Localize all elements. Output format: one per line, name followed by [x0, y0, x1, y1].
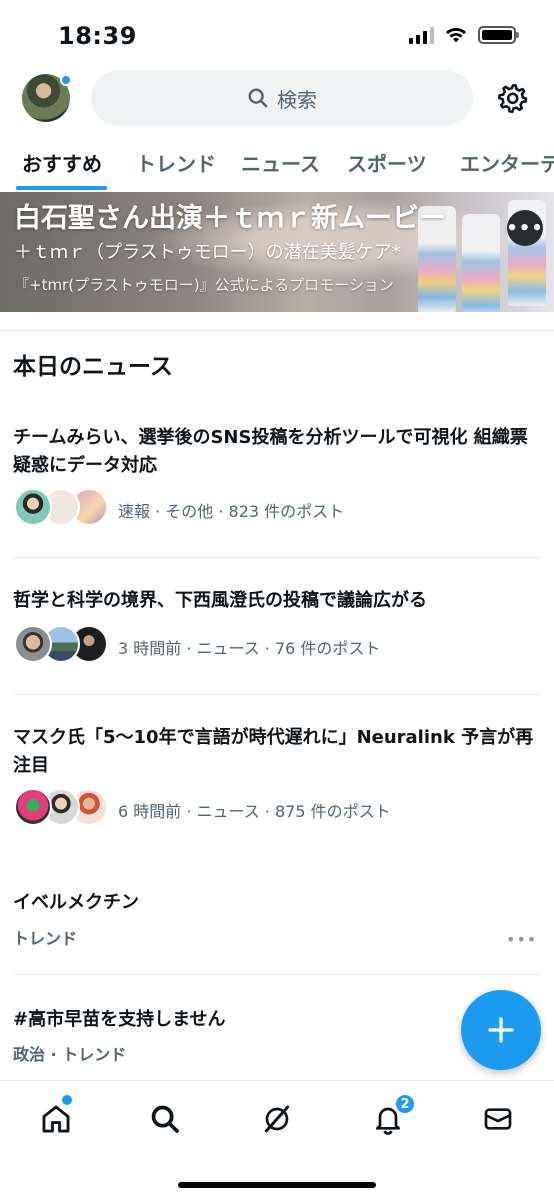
- news-avatars: [14, 788, 114, 828]
- news-avatars: [14, 625, 114, 665]
- explore-tabs: おすすめ トレンド ニュース スポーツ エンターテ: [0, 132, 554, 192]
- section-divider: [0, 330, 554, 331]
- tab-entertainment[interactable]: エンターテ: [460, 148, 554, 177]
- news-avatars: [14, 488, 114, 528]
- news-item-title[interactable]: マスク氏「5〜10年で言語が時代遅れに」Neuralink 予言が再注目: [13, 724, 538, 780]
- nav-home[interactable]: [36, 1099, 76, 1139]
- news-item-title[interactable]: 哲学と科学の境界、下西風澄氏の投稿で議論広がる: [13, 587, 538, 615]
- trend-item-name[interactable]: #高市早苗を支持しません: [13, 1005, 226, 1031]
- status-bar: 18:39: [0, 0, 554, 70]
- tab-news[interactable]: ニュース: [241, 148, 320, 177]
- promo-title: 白石聖さん出演＋ｔｍｒ新ムービー: [14, 203, 446, 234]
- profile-avatar[interactable]: [22, 74, 72, 122]
- tab-sports[interactable]: スポーツ: [347, 148, 427, 177]
- trend-more-options-button[interactable]: •••: [506, 930, 537, 949]
- nav-grok[interactable]: [257, 1099, 297, 1139]
- news-item-meta: 速報 · その他 · 823 件のポスト: [118, 502, 345, 521]
- plus-icon: [488, 1017, 514, 1043]
- nav-explore[interactable]: [145, 1099, 185, 1139]
- section-title: 本日のニュース: [13, 354, 173, 380]
- avatar: [14, 488, 52, 526]
- item-divider: [13, 974, 541, 975]
- notification-count-badge: 2: [394, 1093, 416, 1115]
- promo-more-options-button[interactable]: •••: [506, 210, 543, 246]
- wifi-icon: [446, 28, 466, 43]
- home-unread-dot: [62, 1095, 72, 1105]
- nav-messages[interactable]: [478, 1099, 518, 1139]
- promo-sponsor-note: 『+tmr(プラストゥモロー)』公式によるプロモーション: [14, 276, 394, 294]
- tab-osusume[interactable]: おすすめ: [22, 148, 102, 177]
- grok-icon: [264, 1105, 290, 1133]
- tab-trends[interactable]: トレンド: [136, 148, 216, 177]
- mail-icon: [484, 1108, 512, 1130]
- search-placeholder: 検索: [277, 87, 317, 112]
- item-divider: [13, 694, 541, 695]
- trend-item-category: 政治 · トレンド: [13, 1045, 127, 1064]
- search-bar[interactable]: 検索: [91, 70, 473, 126]
- news-item-title[interactable]: チームみらい、選挙後のSNS投稿を分析ツールで可視化 組織票疑惑にデータ対応: [13, 424, 538, 480]
- settings-gear-icon[interactable]: [497, 82, 529, 114]
- status-icons: [409, 26, 519, 44]
- avatar: [14, 788, 52, 826]
- search-icon: [248, 88, 268, 108]
- cellular-signal-icon: [409, 26, 434, 44]
- promoted-banner[interactable]: 白石聖さん出演＋ｔｍｒ新ムービー ＋ｔｍｒ（プラストゥモロー）の潜在美髪ケア* …: [0, 192, 554, 312]
- unread-dot: [60, 74, 72, 86]
- status-time: 18:39: [58, 22, 137, 50]
- news-item-meta: 3 時間前 · ニュース · 76 件のポスト: [118, 639, 381, 658]
- compose-post-button[interactable]: [461, 990, 541, 1070]
- battery-icon: [478, 26, 519, 44]
- news-item-meta: 6 時間前 · ニュース · 875 件のポスト: [118, 802, 391, 821]
- promo-subtitle: ＋ｔｍｒ（プラストゥモロー）の潜在美髪ケア*: [14, 242, 401, 263]
- active-tab-indicator: [16, 186, 107, 190]
- trend-item-category: トレンド: [13, 929, 78, 948]
- avatar: [14, 625, 52, 663]
- item-divider: [13, 557, 541, 558]
- home-icon: [42, 1105, 70, 1133]
- trend-item-name[interactable]: イベルメクチン: [13, 888, 139, 914]
- search-icon: [151, 1105, 179, 1133]
- home-indicator: [178, 1182, 376, 1188]
- product-bottle-image: [462, 214, 500, 312]
